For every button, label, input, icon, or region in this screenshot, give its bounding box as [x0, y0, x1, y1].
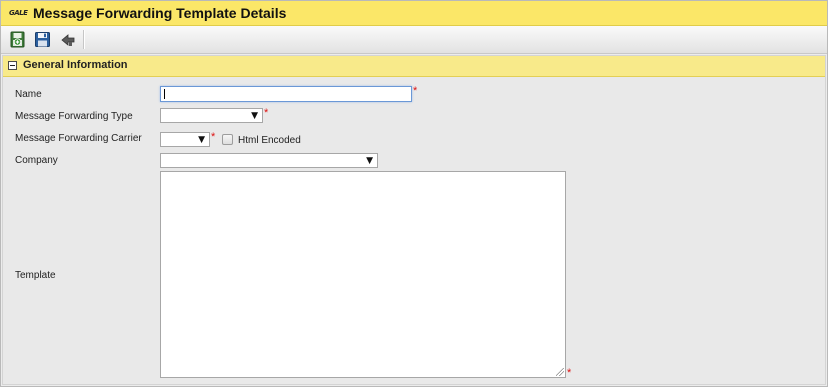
save-new-icon: [10, 31, 25, 48]
chevron-down-icon: ▼: [366, 156, 373, 166]
carrier-required-mark: *: [211, 131, 216, 143]
chevron-down-icon: ▼: [251, 111, 258, 121]
template-required-mark: *: [567, 367, 572, 379]
floppy-disk-icon: [35, 32, 50, 47]
name-label: Name: [15, 89, 42, 100]
section-title: General Information: [23, 59, 128, 71]
save-button[interactable]: [33, 30, 52, 49]
html-encoded-label: Html Encoded: [238, 135, 301, 146]
type-label: Message Forwarding Type: [15, 111, 133, 122]
template-label: Template: [15, 270, 56, 281]
chevron-down-icon: ▼: [198, 135, 205, 145]
window: GALE Message Forwarding Template Details: [0, 0, 828, 387]
toolbar-separator: [83, 30, 85, 49]
carrier-label: Message Forwarding Carrier: [15, 133, 142, 144]
collapse-icon[interactable]: [8, 61, 17, 70]
general-information-panel: General Information Name * Message Forwa…: [2, 55, 826, 385]
carrier-select[interactable]: ▼: [160, 132, 210, 147]
company-select[interactable]: ▼: [160, 153, 378, 168]
save-and-new-button[interactable]: [8, 30, 27, 49]
html-encoded-checkbox[interactable]: [222, 134, 233, 145]
resize-handle-icon[interactable]: [556, 368, 564, 376]
title-bar: GALE Message Forwarding Template Details: [1, 1, 827, 26]
page-title: Message Forwarding Template Details: [33, 5, 287, 21]
name-required-mark: *: [413, 85, 418, 97]
text-caret: [164, 89, 165, 99]
back-button[interactable]: [59, 30, 78, 49]
gale-logo: GALE: [9, 9, 28, 17]
type-required-mark: *: [264, 107, 269, 119]
back-arrow-icon: [61, 34, 75, 46]
template-textarea[interactable]: [160, 171, 566, 378]
name-input[interactable]: [160, 86, 412, 102]
company-label: Company: [15, 155, 58, 166]
section-header[interactable]: General Information: [3, 56, 825, 77]
toolbar: [1, 26, 827, 54]
type-select[interactable]: ▼: [160, 108, 263, 123]
